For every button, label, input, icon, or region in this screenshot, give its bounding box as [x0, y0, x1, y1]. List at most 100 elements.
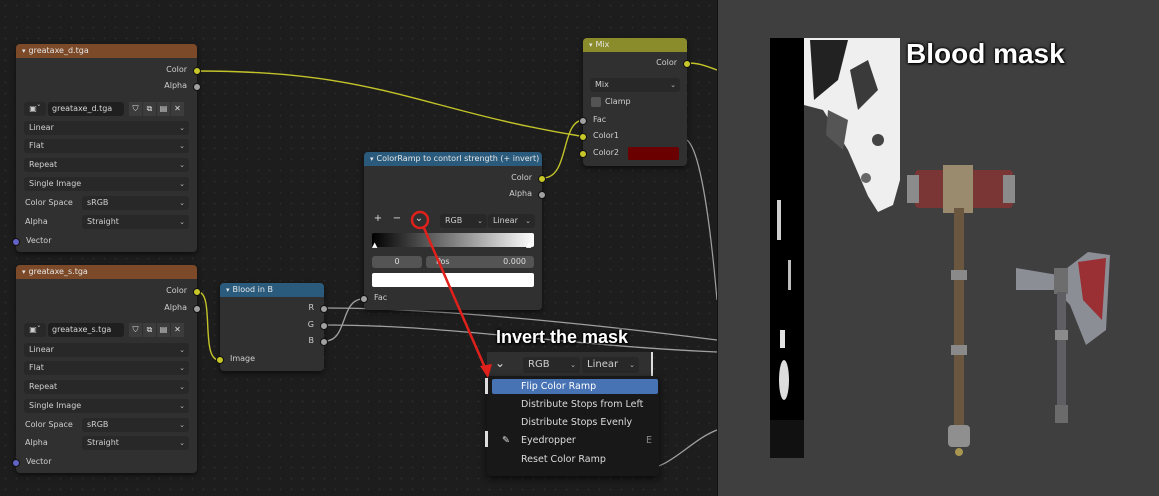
collapse-chevron-icon[interactable]: ▾ [370, 152, 374, 166]
output-r-socket[interactable] [320, 305, 328, 313]
interpolation-dropdown-zoom[interactable]: Linear ⌄ [582, 357, 639, 373]
menu-item-flip-color-ramp[interactable]: Flip Color Ramp [492, 379, 658, 394]
input-vector-socket[interactable] [12, 459, 20, 467]
colorramp-node[interactable]: ▾ ColorRamp to contorl strength (+ invert… [360, 152, 546, 310]
chevron-down-icon: ⌄ [179, 124, 185, 132]
viewport-3d[interactable]: Blood mask [718, 0, 1159, 496]
unlink-x-icon[interactable]: ✕ [171, 102, 184, 116]
chevron-down-icon: ⌄ [670, 81, 676, 89]
interpolation-dropdown[interactable]: Linear ⌄ [24, 343, 189, 357]
input-vector-socket[interactable] [12, 238, 20, 246]
source-dropdown[interactable]: Single Image ⌄ [24, 399, 189, 413]
fake-user-shield-icon[interactable]: ⛉ [129, 102, 142, 116]
output-g-label: G [307, 320, 314, 329]
separate-rgb-node[interactable]: ▾ Blood in B R G B Image [216, 283, 328, 371]
clamp-checkbox[interactable] [591, 97, 601, 107]
image-selector: ▣ˇ greataxe_d.tga ⛉ ⧉ ▤ ✕ [24, 102, 189, 116]
interpolation-dropdown[interactable]: Linear ⌄ [488, 214, 535, 228]
color-space-dropdown[interactable]: sRGB ⌄ [82, 196, 189, 210]
output-alpha-label: Alpha [164, 303, 187, 312]
pack-icon[interactable]: ▤ [157, 323, 170, 337]
chevron-down-icon: ⌄ [179, 142, 185, 150]
output-color-socket[interactable] [538, 175, 546, 183]
image-texture-node-diffuse[interactable]: ▾ greataxe_d.tga Color Alpha ▣ˇ greataxe_… [12, 44, 201, 252]
node-header[interactable]: ▾ ColorRamp to contorl strength (+ invert… [364, 152, 542, 166]
output-alpha-socket[interactable] [193, 305, 201, 313]
specials-menu-chevron-icon[interactable]: ⌄ [495, 356, 505, 370]
interpolation-dropdown[interactable]: Linear ⌄ [24, 121, 189, 135]
dropdown-value: Flat [29, 141, 44, 150]
alpha-mode-dropdown[interactable]: Straight ⌄ [82, 215, 189, 229]
extension-dropdown[interactable]: Repeat ⌄ [24, 158, 189, 172]
stop-color-swatch[interactable] [372, 273, 534, 287]
collapse-chevron-icon[interactable]: ▾ [22, 265, 26, 279]
node-header[interactable]: ▾ Mix [583, 38, 687, 52]
chevron-down-icon: ⌄ [629, 361, 635, 369]
node-title: Mix [595, 40, 610, 49]
mix-rgb-node[interactable]: ▾ Mix Color Mix ⌄ Clamp Fac Color1 Color2 [579, 38, 691, 166]
output-b-socket[interactable] [320, 338, 328, 346]
projection-dropdown[interactable]: Flat ⌄ [24, 139, 189, 153]
output-color-socket[interactable] [683, 60, 691, 68]
color-ramp-gradient[interactable] [372, 233, 534, 247]
menu-item-reset-color-ramp[interactable]: Reset Color Ramp [492, 452, 658, 467]
node-header[interactable]: ▾ Blood in B [220, 283, 324, 297]
color-mode-dropdown-zoom[interactable]: RGB ⌄ [523, 357, 580, 373]
menu-item-distribute-evenly[interactable]: Distribute Stops Evenly [492, 415, 658, 430]
node-title: greataxe_s.tga [28, 267, 88, 276]
node-header[interactable]: ▾ greataxe_d.tga [16, 44, 197, 58]
output-color-socket[interactable] [193, 67, 201, 75]
input-image-socket[interactable] [216, 356, 224, 364]
output-color-label: Color [511, 173, 532, 182]
remove-stop-button[interactable]: − [391, 213, 403, 224]
output-color-socket[interactable] [193, 288, 201, 296]
menu-item-distribute-left[interactable]: Distribute Stops from Left [492, 397, 658, 412]
duplicate-icon[interactable]: ⧉ [143, 323, 156, 337]
output-alpha-socket[interactable] [193, 83, 201, 91]
output-g-socket[interactable] [320, 322, 328, 330]
duplicate-icon[interactable]: ⧉ [143, 102, 156, 116]
image-filename-field[interactable]: greataxe_s.tga [48, 323, 124, 337]
pack-icon[interactable]: ▤ [157, 102, 170, 116]
chevron-down-icon: ⌄ [477, 217, 483, 225]
extension-dropdown[interactable]: Repeat ⌄ [24, 380, 189, 394]
specials-menu-chevron-icon[interactable]: ⌄ [413, 213, 425, 224]
collapse-chevron-icon[interactable]: ▾ [22, 44, 26, 58]
add-stop-button[interactable]: + [372, 213, 384, 224]
color-space-dropdown[interactable]: sRGB ⌄ [82, 418, 189, 432]
input-color2-socket[interactable] [579, 150, 587, 158]
alpha-mode-dropdown[interactable]: Straight ⌄ [82, 436, 189, 450]
image-texture-node-specular[interactable]: ▾ greataxe_s.tga Color Alpha ▣ˇ greataxe_… [12, 265, 201, 473]
fake-user-shield-icon[interactable]: ⛉ [129, 323, 142, 337]
stop-position-field[interactable]: Pos 0.000 [426, 256, 534, 268]
output-alpha-socket[interactable] [538, 191, 546, 199]
color2-swatch[interactable] [628, 147, 679, 160]
dropdown-value: Repeat [29, 160, 58, 169]
zoomed-ramp-header-inset: ⌄ RGB ⌄ Linear ⌄ [487, 352, 653, 376]
color-mode-dropdown[interactable]: RGB ⌄ [440, 214, 487, 228]
input-color2-label: Color2 [593, 148, 619, 157]
collapse-chevron-icon[interactable]: ▾ [589, 38, 593, 52]
link-mix-out [686, 62, 717, 71]
source-dropdown[interactable]: Single Image ⌄ [24, 177, 189, 191]
image-filename-field[interactable]: greataxe_d.tga [48, 102, 124, 116]
collapse-chevron-icon[interactable]: ▾ [226, 283, 230, 297]
colorramp-specials-menu: Flip Color Ramp Distribute Stops from Le… [485, 376, 659, 476]
input-color1-socket[interactable] [579, 133, 587, 141]
ramp-stop-black-handle[interactable]: ▲ [372, 241, 377, 249]
ramp-stop-white-handle[interactable]: ▲ [526, 241, 531, 249]
image-browse-icon[interactable]: ▣ˇ [24, 323, 46, 337]
input-fac-socket[interactable] [360, 295, 368, 303]
projection-dropdown[interactable]: Flat ⌄ [24, 361, 189, 375]
input-fac-socket[interactable] [579, 117, 587, 125]
output-color-label: Color [656, 58, 677, 67]
node-header[interactable]: ▾ greataxe_s.tga [16, 265, 197, 279]
active-stop-index-field[interactable]: 0 [372, 256, 422, 268]
menu-item-eyedropper[interactable]: ✎ Eyedropper E [492, 433, 658, 448]
node-editor[interactable]: ▾ greataxe_d.tga Color Alpha ▣ˇ greataxe_… [0, 0, 717, 496]
image-browse-icon[interactable]: ▣ˇ [24, 102, 46, 116]
menu-item-shortcut: E [645, 435, 652, 446]
blend-mode-dropdown[interactable]: Mix ⌄ [590, 78, 680, 92]
unlink-x-icon[interactable]: ✕ [171, 323, 184, 337]
output-r-label: R [308, 303, 314, 312]
